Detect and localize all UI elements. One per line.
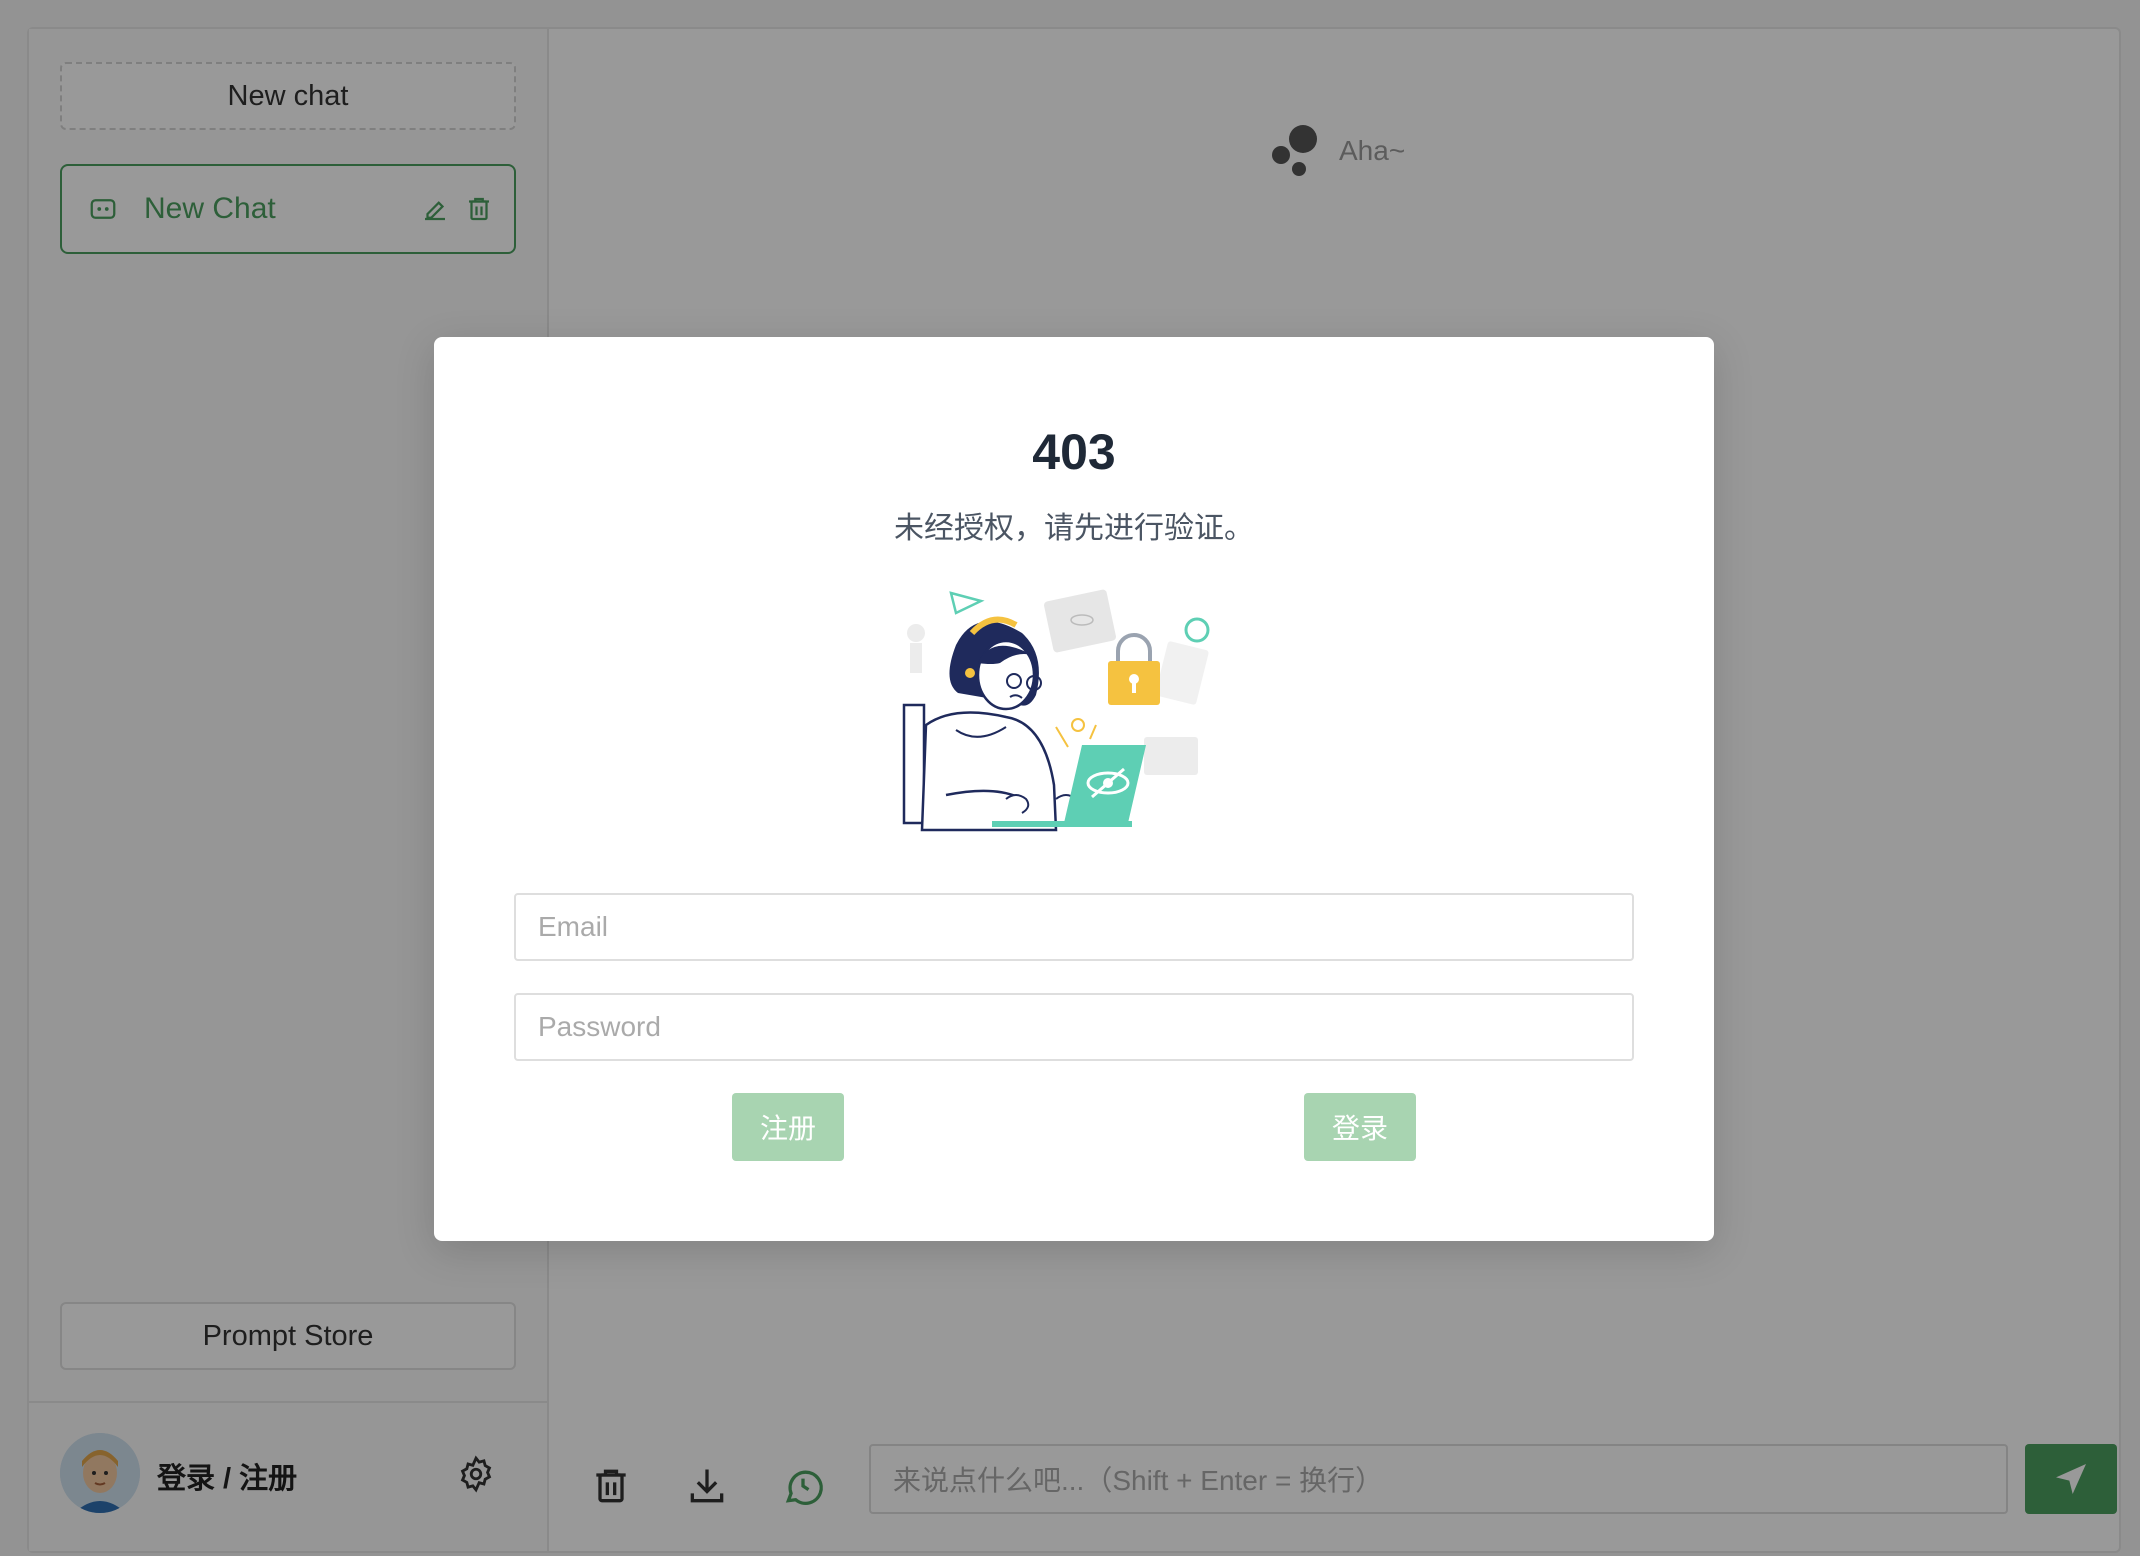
email-field[interactable] <box>514 893 1634 961</box>
error-message: 未经授权，请先进行验证。 <box>894 512 1254 545</box>
login-button[interactable]: 登录 <box>1304 1093 1416 1161</box>
register-button[interactable]: 注册 <box>732 1093 844 1161</box>
password-field[interactable] <box>514 993 1634 1061</box>
auth-dialog: 403 未经授权，请先进行验证。 Email 注册 登录 <box>434 337 1714 1241</box>
unauthorized-illustration <box>896 585 1256 835</box>
error-code: 403 <box>1032 424 1116 480</box>
